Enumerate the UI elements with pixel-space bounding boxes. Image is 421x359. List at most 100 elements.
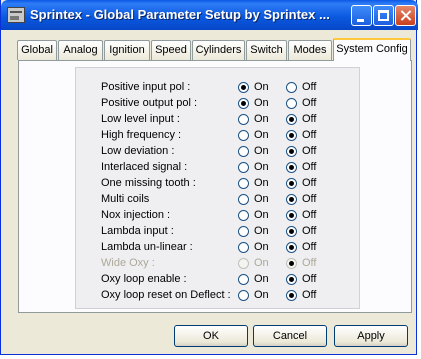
off-radio[interactable] (286, 290, 297, 301)
on-option-label[interactable]: On (254, 273, 269, 285)
tab-global[interactable]: Global (17, 40, 57, 60)
off-radio[interactable] (286, 146, 297, 157)
tab-cylinders[interactable]: Cylinders (192, 40, 245, 60)
setting-row-interlaced-signal: Interlaced signal : On Off (101, 160, 341, 176)
off-option-label[interactable]: Off (302, 289, 316, 301)
on-option-label[interactable]: On (254, 97, 269, 109)
tab-system-config[interactable]: System Config (333, 38, 411, 61)
on-radio[interactable] (238, 162, 249, 173)
dialog-window: Sprintex - Global Parameter Setup by Spr… (0, 0, 418, 355)
on-radio[interactable] (238, 178, 249, 189)
ok-button[interactable]: OK (174, 325, 248, 347)
off-radio[interactable] (286, 210, 297, 221)
off-option-label[interactable]: Off (302, 81, 316, 93)
on-radio[interactable] (238, 194, 249, 205)
off-option-label[interactable]: Off (302, 97, 316, 109)
cancel-button[interactable]: Cancel (253, 325, 327, 347)
on-radio[interactable] (238, 274, 249, 285)
setting-row-high-frequency: High frequency : On Off (101, 128, 341, 144)
off-option-label[interactable]: Off (302, 209, 316, 221)
off-radio[interactable] (286, 114, 297, 125)
on-option-label[interactable]: On (254, 225, 269, 237)
on-option-label[interactable]: On (254, 241, 269, 253)
off-radio (286, 258, 297, 269)
setting-row-low-deviation: Low deviation : On Off (101, 144, 341, 160)
maximize-button[interactable] (373, 5, 394, 26)
tab-speed[interactable]: Speed (151, 40, 191, 60)
setting-row-nox-injection: Nox injection : On Off (101, 208, 341, 224)
setting-label: Oxy loop enable : (101, 273, 187, 285)
setting-row-lambda-input: Lambda input : On Off (101, 224, 341, 240)
on-radio[interactable] (238, 226, 249, 237)
off-option-label: Off (302, 257, 317, 269)
off-radio[interactable] (286, 194, 297, 205)
on-option-label[interactable]: On (254, 113, 269, 125)
on-radio[interactable] (238, 242, 249, 253)
close-button[interactable] (395, 5, 416, 26)
setting-row-oxy-loop-reset-on-deflect: Oxy loop reset on Deflect : On Off (101, 288, 341, 304)
window-title: Sprintex - Global Parameter Setup by Spr… (30, 7, 330, 22)
minimize-button[interactable] (351, 5, 372, 26)
on-option-label[interactable]: On (254, 161, 269, 173)
setting-label: One missing tooth : (101, 177, 196, 189)
on-option-label[interactable]: On (254, 177, 269, 189)
setting-label: Multi coils (101, 193, 150, 205)
setting-label: Lambda input : (101, 225, 174, 237)
setting-label: Low deviation : (101, 145, 175, 157)
on-option-label[interactable]: On (254, 209, 269, 221)
off-radio[interactable] (286, 98, 297, 109)
off-radio[interactable] (286, 178, 297, 189)
on-option-label[interactable]: On (254, 129, 269, 141)
on-radio[interactable] (238, 114, 249, 125)
off-option-label[interactable]: Off (302, 161, 316, 173)
on-option-label[interactable]: On (254, 289, 269, 301)
setting-row-low-level-input: Low level input : On Off (101, 112, 341, 128)
setting-row-wide-oxy: Wide Oxy : On Off (101, 256, 341, 272)
off-option-label[interactable]: Off (302, 193, 316, 205)
on-radio (238, 258, 249, 269)
tab-switch[interactable]: Switch (246, 40, 287, 60)
on-radio[interactable] (238, 98, 249, 109)
setting-label: High frequency : (101, 129, 182, 141)
off-radio[interactable] (286, 242, 297, 253)
title-bar[interactable]: Sprintex - Global Parameter Setup by Spr… (1, 0, 418, 30)
off-radio[interactable] (286, 130, 297, 141)
on-radio[interactable] (238, 130, 249, 141)
on-option-label[interactable]: On (254, 81, 269, 93)
on-radio[interactable] (238, 290, 249, 301)
off-radio[interactable] (286, 82, 297, 93)
off-option-label[interactable]: Off (302, 113, 316, 125)
on-radio[interactable] (238, 82, 249, 93)
minimize-icon (357, 19, 364, 22)
setting-row-one-missing-tooth: One missing tooth : On Off (101, 176, 341, 192)
on-option-label[interactable]: On (254, 145, 269, 157)
off-option-label[interactable]: Off (302, 145, 316, 157)
apply-button[interactable]: Apply (334, 325, 408, 347)
setting-label: Oxy loop reset on Deflect : (101, 289, 231, 301)
off-option-label[interactable]: Off (302, 225, 316, 237)
setting-label: Wide Oxy : (101, 257, 155, 269)
tab-modes[interactable]: Modes (288, 40, 332, 60)
off-option-label[interactable]: Off (302, 177, 316, 189)
setting-row-multi-coils: Multi coils On Off (101, 192, 341, 208)
setting-row-oxy-loop-enable: Oxy loop enable : On Off (101, 272, 341, 288)
on-radio[interactable] (238, 146, 249, 157)
off-radio[interactable] (286, 162, 297, 173)
setting-label: Low level input : (101, 113, 180, 125)
setting-row-positive-output-pol: Positive output pol : On Off (101, 96, 341, 112)
off-radio[interactable] (286, 226, 297, 237)
setting-row-positive-input-pol: Positive input pol : On Off (101, 80, 341, 96)
tab-ignition[interactable]: Ignition (104, 40, 150, 60)
setting-label: Interlaced signal : (101, 161, 188, 173)
setting-label: Nox injection : (101, 209, 171, 221)
app-icon[interactable] (7, 7, 25, 23)
off-option-label[interactable]: Off (302, 273, 316, 285)
setting-label: Positive input pol : (101, 81, 191, 93)
tab-analog[interactable]: Analog (58, 40, 103, 60)
off-option-label[interactable]: Off (302, 129, 316, 141)
off-radio[interactable] (286, 274, 297, 285)
maximize-icon (378, 10, 389, 21)
on-option-label[interactable]: On (254, 193, 269, 205)
on-radio[interactable] (238, 210, 249, 221)
off-option-label[interactable]: Off (302, 241, 316, 253)
